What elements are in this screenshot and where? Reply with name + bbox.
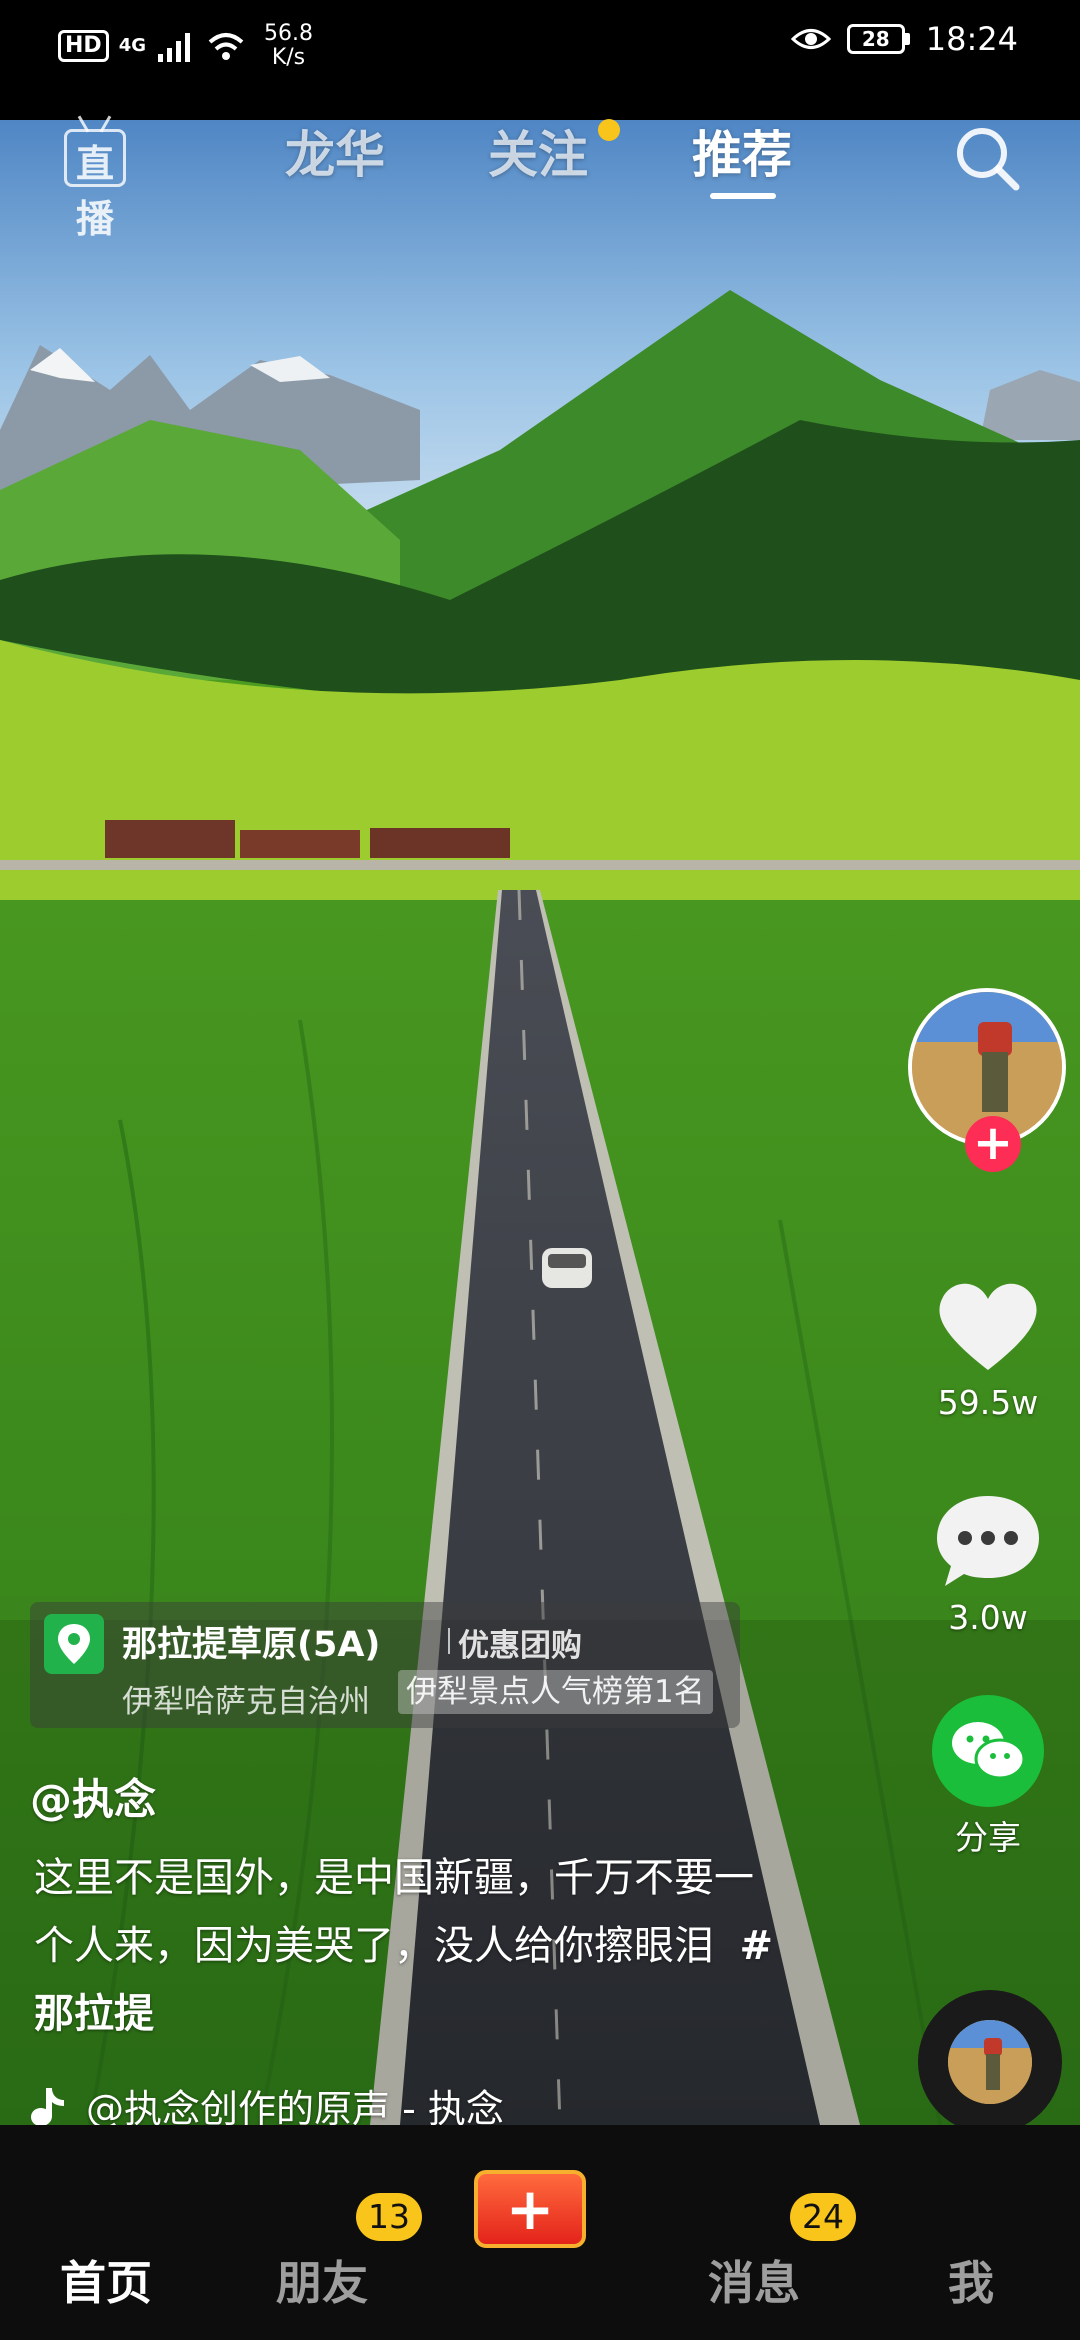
- wechat-icon: [952, 1722, 1026, 1780]
- status-bar: HD 4G 56.8 K/s 28 18:24: [0, 0, 1080, 120]
- like-button[interactable]: 59.5w: [920, 1275, 1056, 1422]
- ranking-tag[interactable]: 伊犁景点人气榜第1名: [398, 1670, 713, 1714]
- speed-unit: K/s: [271, 45, 306, 70]
- disc-cover-image: [948, 2020, 1032, 2104]
- eye-comfort-icon: [790, 29, 831, 49]
- nav-friends[interactable]: 朋友: [276, 2247, 368, 2313]
- music-disc[interactable]: [918, 1990, 1062, 2134]
- nav-messages[interactable]: 消息: [708, 2247, 800, 2313]
- friends-badge: 13: [356, 2193, 422, 2241]
- heart-icon: [939, 1283, 1037, 1370]
- comment-count: 3.0w: [948, 1598, 1028, 1637]
- share-button[interactable]: 分享: [920, 1695, 1056, 1859]
- author-name[interactable]: @执念: [30, 1766, 156, 1827]
- speed-value: 56.8: [264, 21, 313, 46]
- author-avatar-group: +: [908, 988, 1068, 1172]
- nav-home[interactable]: 首页: [60, 2247, 152, 2313]
- battery-indicator: 28: [846, 24, 910, 54]
- network-speed: 56.8 K/s: [264, 22, 313, 70]
- caption-text: 这里不是国外，是中国新疆，千万不要一个人来，因为美哭了，没人给你擦眼泪: [34, 1855, 754, 1969]
- app-screen: HD 4G 56.8 K/s 28 18:24 直播 龙华 关注 推荐 + 59…: [0, 0, 1080, 2340]
- video-caption: 这里不是国外，是中国新疆，千万不要一个人来，因为美哭了，没人给你擦眼泪 #那拉提: [34, 1844, 774, 2048]
- live-label: 直播: [75, 142, 114, 241]
- comment-icon: [937, 1496, 1039, 1586]
- following-new-dot: [598, 119, 620, 141]
- tab-local[interactable]: 龙华: [285, 115, 385, 187]
- status-left: HD 4G 56.8 K/s: [58, 22, 313, 70]
- comment-button[interactable]: 3.0w: [920, 1490, 1056, 1637]
- messages-badge: 24: [790, 2193, 856, 2241]
- plus-icon: +: [505, 2175, 555, 2243]
- share-label: 分享: [955, 1818, 1021, 1857]
- network-type: 4G: [118, 35, 146, 56]
- top-nav: 直播 龙华 关注 推荐: [0, 115, 1080, 241]
- group-deal-link[interactable]: 优惠团购: [458, 1620, 582, 1665]
- like-count: 59.5w: [937, 1383, 1039, 1422]
- location-divider: [448, 1628, 450, 1654]
- battery-tip: [904, 33, 910, 45]
- clock: 18:24: [925, 20, 1018, 58]
- wifi-icon: [208, 33, 244, 60]
- location-pin-box: [44, 1614, 104, 1674]
- tab-recommended[interactable]: 推荐: [692, 115, 792, 187]
- status-right: 28 18:24: [790, 20, 1018, 58]
- tab-following[interactable]: 关注: [488, 115, 588, 187]
- location-name: 那拉提草原(5A): [122, 1625, 381, 1665]
- signal-icon: [158, 33, 190, 62]
- search-icon[interactable]: [952, 123, 1022, 193]
- hd-indicator: HD: [58, 30, 109, 62]
- wechat-share: [932, 1695, 1044, 1807]
- location-card[interactable]: 那拉提草原(5A) 优惠团购 伊犁哈萨克自治州 伊犁景点人气榜第1名: [30, 1602, 740, 1728]
- music-note-icon: [31, 2087, 64, 2126]
- location-region: 伊犁哈萨克自治州: [122, 1684, 370, 1720]
- music-disc-cover: [948, 2020, 1032, 2104]
- battery-level: 28: [846, 24, 905, 54]
- active-tab-indicator: [710, 193, 776, 199]
- location-pin-icon: [58, 1624, 90, 1664]
- create-post-button[interactable]: +: [474, 2170, 586, 2248]
- live-button[interactable]: 直播: [60, 115, 130, 241]
- nav-me[interactable]: 我: [948, 2247, 994, 2313]
- follow-button[interactable]: +: [965, 1116, 1021, 1172]
